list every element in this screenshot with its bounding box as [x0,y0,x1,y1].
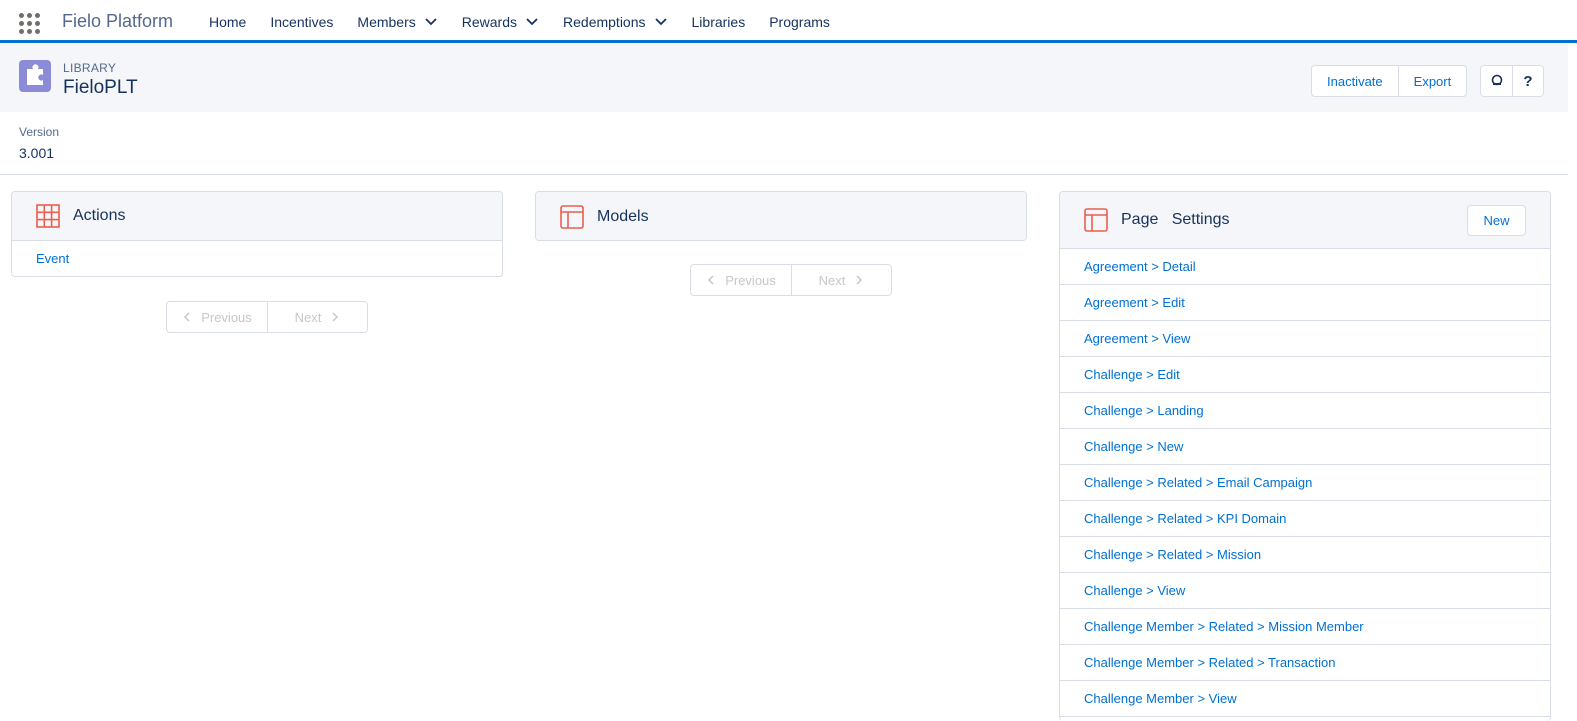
record-actions: Inactivate Export [1311,65,1468,97]
page-setting-link[interactable]: Challenge Member > Related > Transaction [1060,645,1550,681]
models-next-button[interactable]: Next [791,265,891,295]
page-settings-card-title: Page Settings [1121,211,1230,228]
page-settings-card-header: Page Settings New [1060,192,1550,249]
actions-card-header: Actions [12,192,502,241]
chevron-down-icon[interactable] [525,15,539,29]
previous-label: Previous [725,272,776,288]
chevron-down-icon[interactable] [424,15,438,29]
nav-item-label: Rewards [461,13,518,30]
page-setting-link[interactable]: Agreement > View [1060,321,1550,357]
page-setting-link[interactable]: Challenge > Landing [1060,393,1550,429]
record-header: Library FieloPLT Inactivate Export ? [0,43,1568,112]
models-card: Models [535,191,1027,241]
actions-card: Actions Event [11,191,503,277]
page-setting-link[interactable]: Challenge Member > Related > Mission Mem… [1060,609,1550,645]
action-link[interactable]: Event [12,241,502,276]
nav-item-programs[interactable]: Programs [769,14,830,30]
page-setting-link[interactable]: Challenge > Edit [1060,357,1550,393]
nav-item-redemptions[interactable]: Redemptions [563,14,668,30]
models-previous-button[interactable]: Previous [691,265,791,295]
chevron-right-icon [332,312,339,322]
nav-item-members[interactable]: Members [357,14,437,30]
actions-list: Event [12,241,502,276]
nav-item-label: Redemptions [563,13,646,30]
page-setting-link[interactable]: Challenge > Related > KPI Domain [1060,501,1550,537]
inactivate-button[interactable]: Inactivate [1312,66,1398,96]
page-setting-link[interactable]: Challenge > New [1060,429,1550,465]
nav-item-label: Incentives [270,13,334,30]
nav-item-label: Members [357,13,416,30]
page-setting-link[interactable]: Agreement > Detail [1060,249,1550,285]
actions-next-button[interactable]: Next [267,302,367,332]
page-setting-link[interactable]: Challenge > View [1060,573,1550,609]
chevron-down-icon[interactable] [654,15,668,29]
page-settings-list: Agreement > Detail Agreement > Edit Agreem… [1060,249,1550,717]
version-value: 3.001 [19,145,55,161]
follow-icon[interactable] [1481,66,1512,96]
grid-icon [36,204,60,228]
export-button[interactable]: Export [1397,66,1467,96]
nav-item-rewards[interactable]: Rewards [462,14,539,30]
version-label: Version [19,125,60,139]
next-label: Next [818,272,846,288]
page-setting-link[interactable]: Challenge Member > View [1060,681,1550,717]
help-icon[interactable]: ? [1512,66,1543,96]
nav-item-label: Programs [769,13,830,30]
page-setting-link[interactable]: Agreement > Edit [1060,285,1550,321]
chevron-left-icon [184,312,190,322]
library-icon [19,60,51,92]
app-launcher-icon[interactable] [19,13,40,34]
nav-item-libraries[interactable]: Libraries [692,14,746,30]
previous-label: Previous [201,309,252,325]
utility-actions: ? [1480,65,1544,97]
nav-item-label: Home [209,13,247,30]
actions-card-title: Actions [73,207,126,224]
actions-pager: Previous Next [166,301,368,333]
page-settings-card: Page Settings New Agreement > Detail Agre… [1059,191,1551,721]
models-card-title: Models [597,207,649,225]
nav-item-label: Libraries [691,13,746,30]
nav-item-home[interactable]: Home [209,14,246,30]
record-details: Version 3.001 [0,112,1568,175]
nav-item-incentives[interactable]: Incentives [270,14,333,30]
page-setting-link[interactable]: Challenge > Related > Email Campaign [1060,465,1550,501]
global-nav: Fielo Platform Home Incentives Members Rewa… [0,0,1577,43]
app-name: Fielo Platform [62,11,174,31]
record-title: FieloPLT [63,77,138,98]
object-type-label: Library [63,61,117,75]
layout-icon [560,204,584,229]
new-page-setting-button[interactable]: New [1467,205,1526,236]
nav-bar: Home Incentives Members Rewards Redemptions L… [209,0,854,43]
layout-icon [1084,208,1108,232]
chevron-left-icon [708,275,714,285]
next-label: Next [294,309,322,325]
models-pager: Previous Next [690,264,892,296]
actions-previous-button[interactable]: Previous [167,302,267,332]
page-setting-link[interactable]: Challenge > Related > Mission [1060,537,1550,573]
models-card-header: Models [536,192,1026,240]
chevron-right-icon [856,275,863,285]
